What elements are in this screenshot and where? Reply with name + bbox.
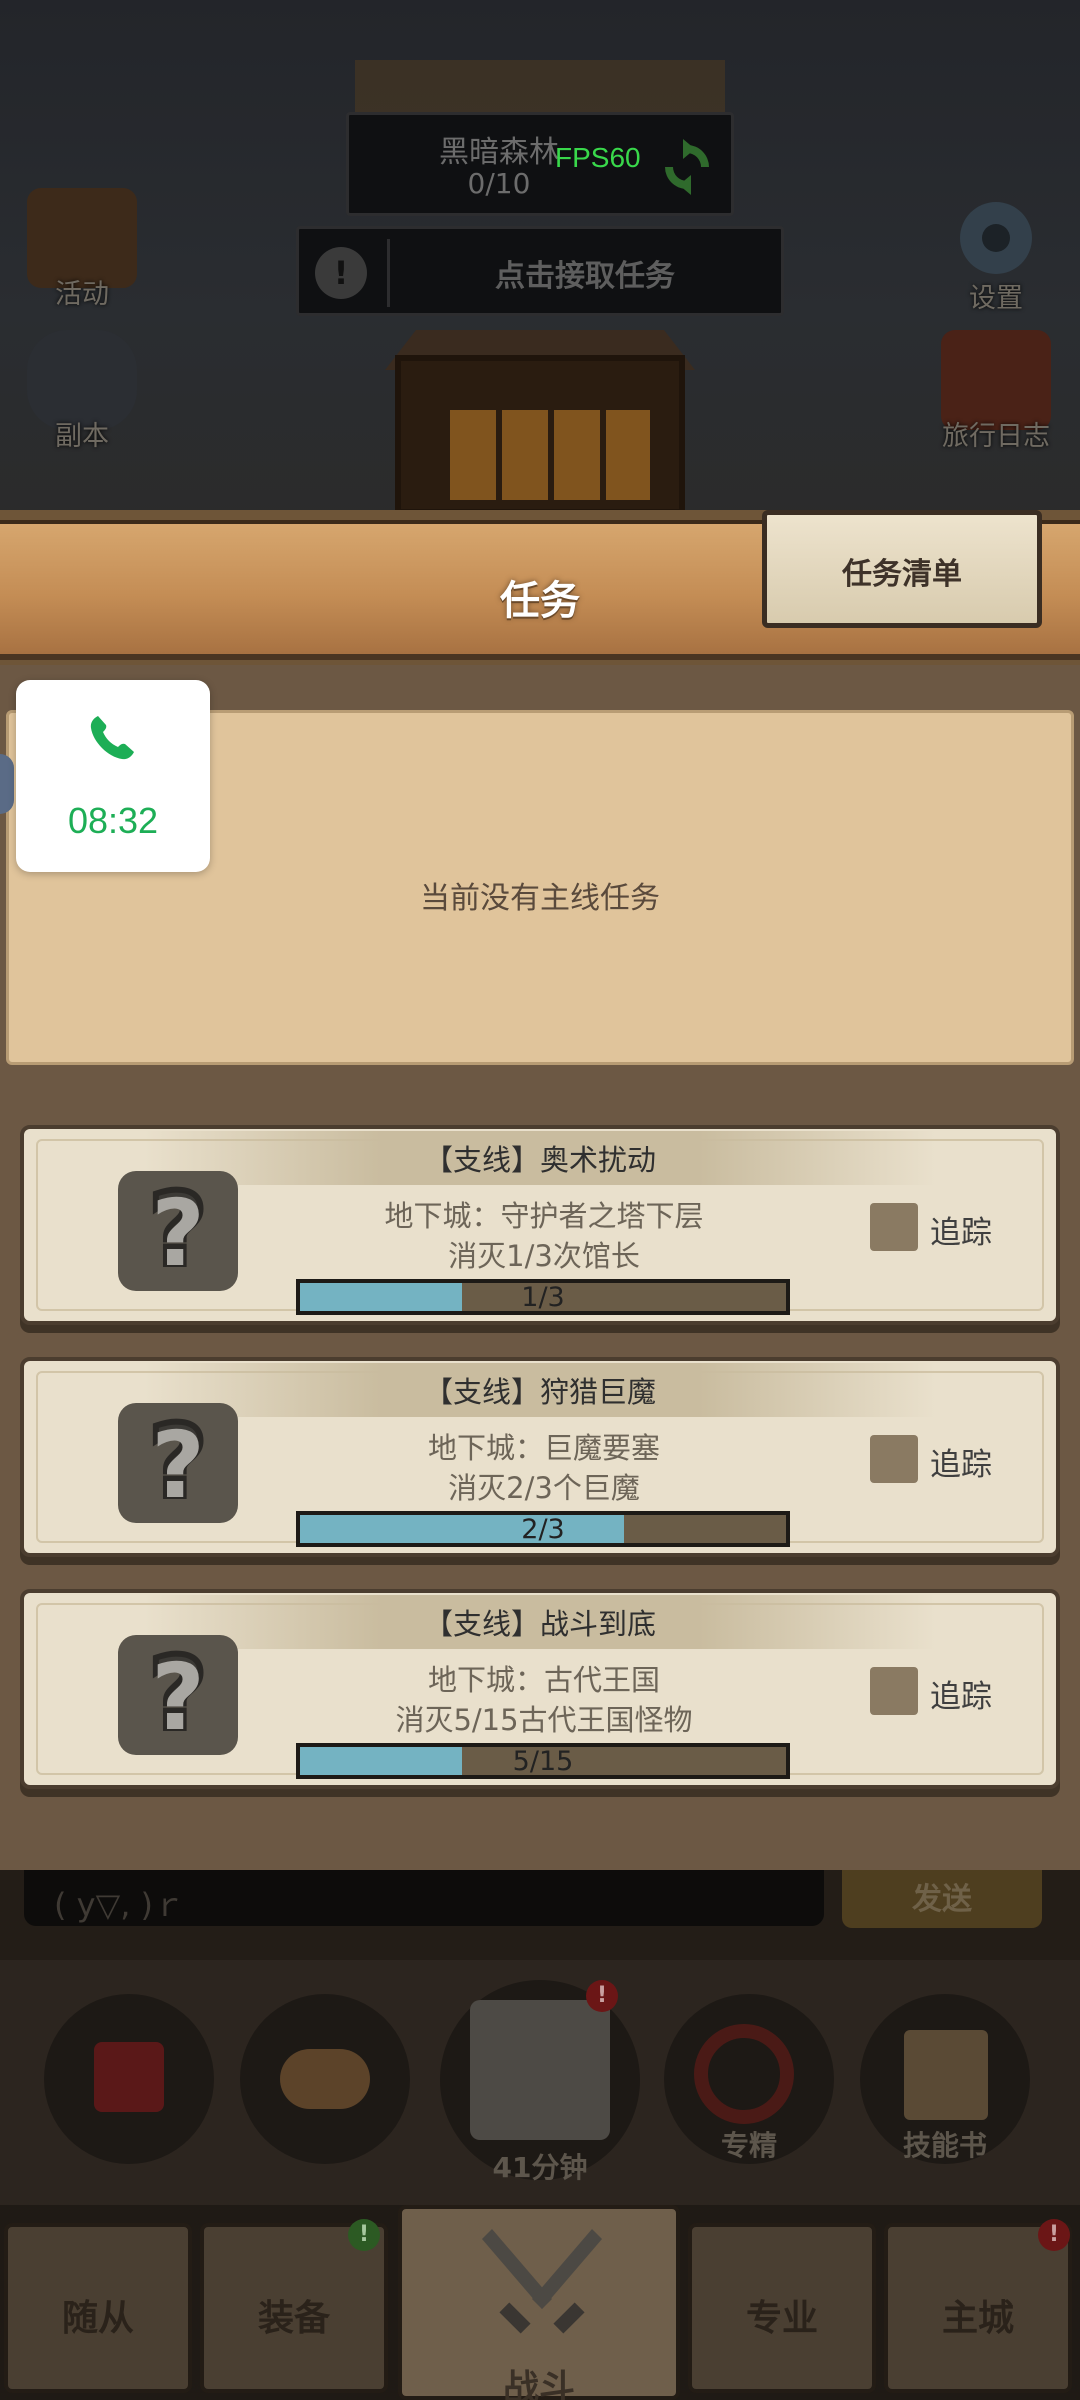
bread-icon	[280, 2049, 370, 2109]
track-label[interactable]: 追踪	[930, 1671, 992, 1716]
call-duration: 08:32	[67, 800, 159, 841]
track-label[interactable]: 追踪	[930, 1207, 992, 1252]
scene-sign	[355, 60, 725, 120]
track-checkbox[interactable]	[870, 1435, 918, 1483]
chat-input-text: ( y▽, )ｒ	[54, 1886, 186, 1924]
tab-label: 主城	[941, 2298, 1014, 2339]
potion-button[interactable]	[44, 1994, 214, 2164]
quest-progress-bar: 1/3	[296, 1279, 790, 1315]
tab-battle[interactable]: 战斗	[398, 2205, 680, 2400]
track-label[interactable]: 追踪	[930, 1439, 992, 1484]
alert-icon: !	[315, 247, 367, 299]
tab-label: 战斗	[502, 2368, 575, 2400]
gear-icon	[960, 202, 1032, 274]
crossed-swords-icon	[482, 2229, 602, 2334]
quest-progress-bar: 5/15	[296, 1743, 790, 1779]
tab-label: 专业	[745, 2298, 818, 2339]
skill-book-icon	[904, 2030, 988, 2120]
tab-main-city[interactable]: 主城 !	[884, 2219, 1072, 2393]
progress-text: 1/3	[521, 1282, 565, 1313]
quest-list-button[interactable]: 任务清单	[762, 510, 1042, 628]
accept-quest-label: 点击接取任务	[495, 259, 675, 294]
bottom-tab-bar: 随从 装备 ! 战斗 专业 主城 !	[0, 2205, 1080, 2400]
chat-input[interactable]: ( y▽, )ｒ	[24, 1870, 824, 1926]
skill-book-button[interactable]: 技能书	[860, 1994, 1030, 2164]
phone-icon	[90, 716, 134, 760]
call-widget[interactable]: 08:32	[16, 680, 210, 872]
tab-equipment[interactable]: 装备 !	[200, 2219, 388, 2393]
quest-progress-bar: 2/3	[296, 1511, 790, 1547]
potion-icon	[94, 2042, 164, 2112]
dungeon-button[interactable]: 副本	[12, 330, 152, 453]
travel-log-button[interactable]: 旅行日志	[926, 330, 1066, 453]
send-label: 发送	[912, 1882, 972, 1917]
treasure-chest-button[interactable]: 41分钟 !	[440, 1980, 640, 2184]
alert-badge: !	[348, 2219, 380, 2251]
alert-badge: !	[1038, 2219, 1070, 2251]
accept-quest-bar[interactable]: ! 点击接取任务	[296, 226, 784, 316]
progress-text: 2/3	[521, 1514, 565, 1545]
quest-card[interactable]: 【支线】战斗到底 ?? 地下城：古代王国 消灭5/15古代王国怪物 5/15 追…	[20, 1589, 1060, 1789]
track-checkbox[interactable]	[870, 1667, 918, 1715]
tab-profession[interactable]: 专业	[688, 2223, 876, 2393]
no-main-quest-text: 当前没有主线任务	[420, 881, 660, 916]
travel-log-label: 旅行日志	[942, 421, 1050, 452]
skill-book-label: 技能书	[902, 2129, 987, 2162]
settings-button[interactable]: 设置	[926, 188, 1066, 315]
target-icon	[694, 2024, 794, 2124]
tab-followers[interactable]: 随从	[4, 2223, 192, 2393]
house-window	[450, 410, 650, 500]
floating-edge-tab[interactable]	[0, 754, 14, 814]
progress-text: 5/15	[512, 1746, 574, 1777]
alert-badge: !	[586, 1980, 618, 2012]
tab-label: 随从	[61, 2298, 134, 2339]
specialization-button[interactable]: 专精	[664, 1994, 834, 2164]
fps-counter: FPS60	[555, 142, 641, 173]
send-button[interactable]: 发送	[842, 1870, 1042, 1928]
track-checkbox[interactable]	[870, 1203, 918, 1251]
quest-card[interactable]: 【支线】狩猎巨魔 ?? 地下城：巨魔要塞 消灭2/3个巨魔 2/3 追踪	[20, 1357, 1060, 1557]
refresh-icon[interactable]	[657, 137, 717, 197]
bread-button[interactable]	[240, 1994, 410, 2164]
quest-card[interactable]: 【支线】奥术扰动 ?? 地下城：守护者之塔下层 消灭1/3次馆长 1/3 追踪	[20, 1125, 1060, 1325]
chest-icon	[470, 2000, 610, 2140]
quest-list-label: 任务清单	[842, 557, 962, 592]
chest-timer: 41分钟	[492, 2151, 588, 2184]
specialization-label: 专精	[720, 2129, 777, 2162]
activity-label: 活动	[55, 279, 109, 310]
activity-button[interactable]: 活动	[12, 188, 152, 311]
chat-strip: ( y▽, )ｒ 发送	[0, 1870, 1080, 1960]
location-panel[interactable]: 黑暗森林 0/10	[346, 112, 734, 216]
dungeon-label: 副本	[55, 421, 109, 452]
tab-label: 装备	[257, 2298, 330, 2339]
action-row: 41分钟 ! 专精 技能书	[0, 1960, 1080, 2205]
